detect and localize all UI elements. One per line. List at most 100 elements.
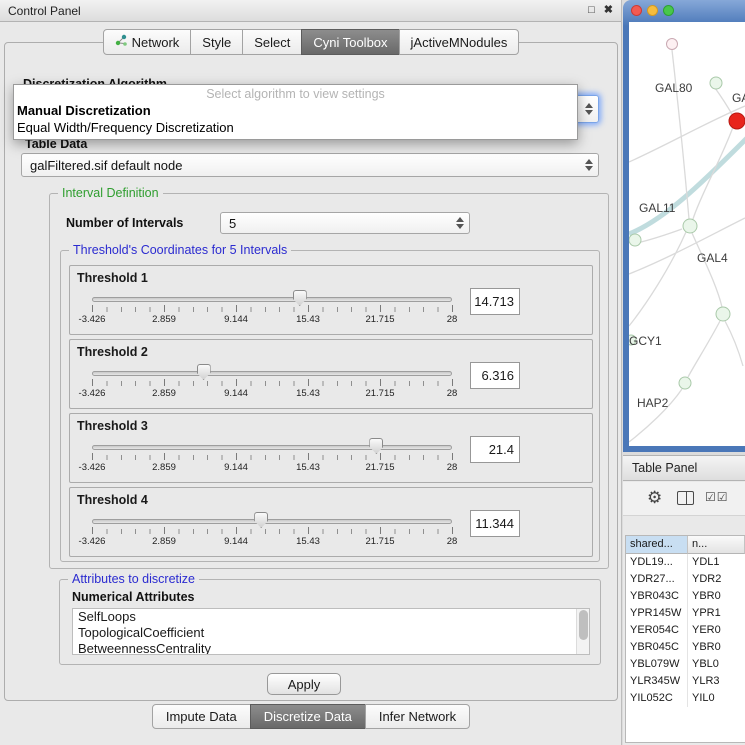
tab-select[interactable]: Select — [242, 29, 302, 55]
threshold-value-field[interactable]: 11.344 — [470, 510, 520, 537]
node-mid[interactable] — [679, 377, 691, 389]
node-gal80[interactable] — [710, 77, 722, 89]
list-scrollbar-thumb[interactable] — [579, 610, 588, 640]
slider-major-ticks — [92, 305, 453, 312]
threshold-value-field[interactable]: 14.713 — [470, 288, 520, 315]
table-row[interactable]: YBR043CYBR0 — [626, 588, 745, 605]
attributes-group: Attributes to discretize Numerical Attri… — [59, 579, 601, 665]
slider-tick-label: 15.43 — [296, 462, 320, 473]
screen: { "window": { "title": "Control Panel" }… — [0, 0, 745, 745]
node-gal11[interactable] — [683, 219, 697, 233]
node-left[interactable] — [629, 234, 641, 246]
num-intervals-value: 5 — [229, 216, 236, 231]
select-columns-checkboxes-icon[interactable]: ☑☑ — [705, 490, 729, 504]
table-data-combobox[interactable]: galFiltered.sif default node — [21, 153, 599, 177]
table-cell-shared: YDR27... — [626, 571, 688, 588]
node-label[interactable]: HAP2 — [637, 396, 669, 410]
table-header-shared[interactable]: shared... — [626, 536, 688, 554]
table-cell-name: YBR0 — [688, 639, 745, 656]
columns-icon[interactable] — [677, 491, 694, 505]
slider-tick-label: 21.715 — [365, 314, 394, 325]
slider-tick-label: 28 — [447, 314, 458, 325]
float-window-icon[interactable]: □ — [588, 5, 595, 16]
dropdown-placeholder: Select algorithm to view settings — [14, 86, 577, 102]
cyni-toolbox-panel: Discretization Algorithm Table Data galF… — [4, 42, 618, 701]
gear-icon[interactable]: ⚙ — [647, 489, 662, 506]
threshold-slider-thumb[interactable] — [254, 512, 268, 528]
tab-jactivemnodules[interactable]: jActiveMNodules — [399, 29, 520, 55]
tab-discretize-data[interactable]: Discretize Data — [250, 704, 366, 729]
table-row[interactable]: YER054CYER0 — [626, 622, 745, 639]
threshold-slider-track[interactable] — [92, 519, 452, 524]
threshold-value-field[interactable]: 6.316 — [470, 362, 520, 389]
combo-stepper-icon — [456, 217, 464, 229]
node-selected-red[interactable] — [729, 113, 745, 129]
tab-impute-data[interactable]: Impute Data — [152, 704, 251, 729]
slider-major-ticks — [92, 379, 453, 386]
threshold-slider-track[interactable] — [92, 445, 452, 450]
slider-tick-label: 15.43 — [296, 388, 320, 399]
threshold-label: Threshold 3 — [77, 419, 148, 433]
threshold-card-2: Threshold 2-3.4262.8599.14415.4321.71528… — [69, 339, 593, 409]
node-right[interactable] — [716, 307, 730, 321]
slider-tick-label: 28 — [447, 462, 458, 473]
list-scrollbar[interactable] — [576, 609, 589, 654]
close-window-icon[interactable]: ✖ — [604, 5, 613, 16]
slider-major-ticks — [92, 453, 453, 460]
table-cell-name: YDR2 — [688, 571, 745, 588]
slider-tick-label: 9.144 — [224, 314, 248, 325]
thresholds-group-title: Threshold's Coordinates for 5 Intervals — [69, 243, 291, 257]
table-row[interactable]: YBR045CYBR0 — [626, 639, 745, 656]
network-canvas[interactable]: GAL80 GA GAL11 GAL4 GCY1 HAP2 — [629, 22, 745, 446]
bottom-tab-bar: Impute DataDiscretize DataInfer Network — [0, 704, 622, 729]
slider-tick-label: 28 — [447, 388, 458, 399]
zoom-traffic-light-icon[interactable] — [663, 5, 674, 16]
node-label[interactable]: GAL4 — [697, 251, 728, 265]
slider-tick-label: 2.859 — [152, 314, 176, 325]
dropdown-option-manual-discretization[interactable]: Manual Discretization — [14, 102, 577, 119]
attributes-group-title: Attributes to discretize — [68, 572, 199, 586]
tab-cyni-toolbox[interactable]: Cyni Toolbox — [301, 29, 399, 55]
slider-tick-label: 15.43 — [296, 536, 320, 547]
table-cell-name: YBR0 — [688, 588, 745, 605]
table-row[interactable]: YDL19...YDL1 — [626, 554, 745, 571]
node-label[interactable]: GA — [732, 91, 745, 105]
table-row[interactable]: YDR27...YDR2 — [626, 571, 745, 588]
attribute-item[interactable]: TopologicalCoefficient — [73, 625, 589, 641]
table-cell-name: YIL0 — [688, 690, 745, 707]
node-label[interactable]: GAL80 — [655, 81, 693, 95]
threshold-slider-thumb[interactable] — [197, 364, 211, 380]
slider-tick-label: -3.426 — [79, 314, 106, 325]
apply-button[interactable]: Apply — [267, 673, 341, 695]
table-row[interactable]: YIL052CYIL0 — [626, 690, 745, 707]
dropdown-option-equal-width-frequency[interactable]: Equal Width/Frequency Discretization — [14, 119, 577, 136]
close-traffic-light-icon[interactable] — [631, 5, 642, 16]
tab-infer-network[interactable]: Infer Network — [365, 704, 470, 729]
table-row[interactable]: YPR145WYPR1 — [626, 605, 745, 622]
table-cell-name: YPR1 — [688, 605, 745, 622]
table-cell-shared: YBR045C — [626, 639, 688, 656]
window-title: Control Panel — [8, 4, 81, 18]
threshold-value-field[interactable]: 21.4 — [470, 436, 520, 463]
attribute-item[interactable]: SelfLoops — [73, 609, 589, 625]
node-label[interactable]: GAL11 — [639, 201, 676, 215]
table-row[interactable]: YLR345WYLR3 — [626, 673, 745, 690]
num-intervals-combobox[interactable]: 5 — [220, 212, 470, 234]
threshold-slider-thumb[interactable] — [369, 438, 383, 454]
node-pink[interactable] — [667, 39, 678, 50]
table-header-name[interactable]: n... — [688, 536, 745, 554]
tab-label: jActiveMNodules — [411, 35, 508, 50]
tab-network[interactable]: Network — [103, 29, 192, 55]
tab-style[interactable]: Style — [190, 29, 243, 55]
attribute-item[interactable]: BetweennessCentrality — [73, 641, 589, 655]
minimize-traffic-light-icon[interactable] — [647, 5, 658, 16]
node-label[interactable]: GCY1 — [629, 334, 662, 348]
threshold-slider-track[interactable] — [92, 297, 452, 302]
table-row[interactable]: YBL079WYBL0 — [626, 656, 745, 673]
interval-definition-group: Interval Definition Number of Intervals … — [49, 193, 609, 569]
table-cell-shared: YLR345W — [626, 673, 688, 690]
attribute-list[interactable]: SelfLoopsTopologicalCoefficientBetweenne… — [72, 608, 590, 655]
table-cell-name: YDL1 — [688, 554, 745, 571]
threshold-slider-track[interactable] — [92, 371, 452, 376]
threshold-slider-thumb[interactable] — [293, 290, 307, 306]
